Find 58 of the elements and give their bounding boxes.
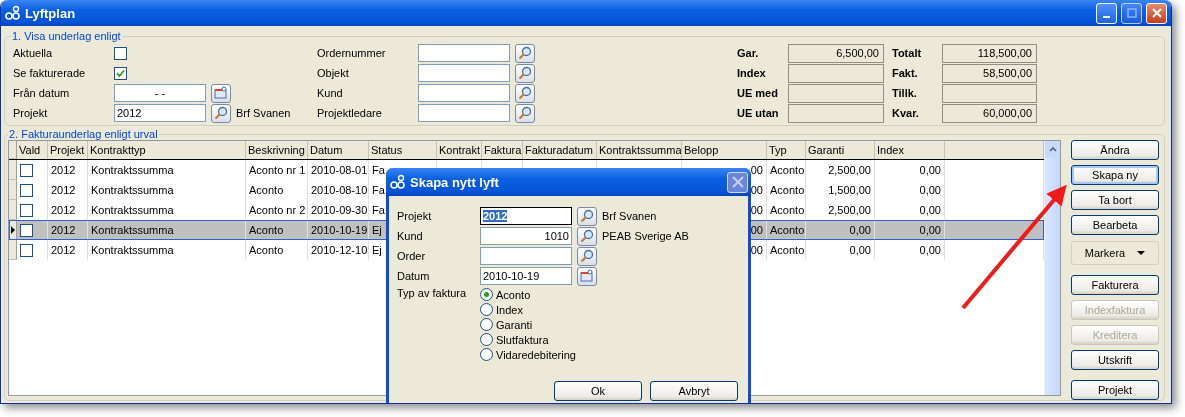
total-label: Kvar.: [892, 107, 920, 119]
total-value: 58,500,00: [942, 63, 1037, 83]
total-label: Totalt: [892, 47, 923, 59]
table-cell: Aconto: [767, 180, 806, 200]
total-value: 6,500,00: [788, 43, 884, 63]
field-label: Order: [397, 250, 427, 262]
field-label: Objekt: [317, 67, 350, 79]
section-heading: 2. Fakturaunderlag enligt urval: [8, 128, 159, 140]
field-label: Projekt: [13, 107, 49, 119]
table-cell: 0,00: [806, 220, 875, 240]
table-cell: Kontraktssumma: [88, 240, 246, 260]
table-cell: Aconto: [767, 240, 806, 260]
field-label: Projektledare: [317, 107, 383, 119]
table-cell: Aconto: [246, 180, 308, 200]
total-label: Tillk.: [892, 87, 918, 99]
table-cell: Aconto: [246, 240, 308, 260]
table-cell: 2010-10-19: [308, 220, 369, 240]
total-value: 60,000,00: [942, 103, 1037, 123]
field-label: Kund: [317, 87, 344, 99]
window-title: Lyftplan: [25, 5, 76, 21]
total-label: Fakt.: [892, 67, 919, 79]
table-cell: 2012: [48, 180, 88, 200]
table-cell: Aconto nr 1: [246, 160, 308, 180]
total-value: 118,500,00: [942, 43, 1037, 63]
table-cell: 1,500,00: [806, 180, 875, 200]
table-cell: Kontraktssumma: [88, 220, 246, 240]
table-cell: 2010-08-01: [308, 160, 369, 180]
field-label: Se fakturerade: [13, 67, 87, 79]
table-cell: 2012: [48, 160, 88, 180]
field-label: Från datum: [13, 87, 71, 99]
table-cell: Kontraktssumma: [88, 160, 246, 180]
table-cell: Aconto: [767, 160, 806, 180]
table-cell: 0,00: [875, 240, 945, 260]
field-label: Aktuella: [13, 47, 54, 59]
table-cell: 2012: [48, 240, 88, 260]
table-cell: 2010-12-10: [308, 240, 369, 260]
table-cell: 2,500,00: [806, 160, 875, 180]
table-cell: 2010-08-10: [308, 180, 369, 200]
lookup-name: Brf Svanen: [602, 210, 657, 222]
table-cell: Kontraktssumma: [88, 180, 246, 200]
table-cell: 0,00: [875, 180, 945, 200]
total-label: UE med: [737, 87, 779, 99]
field-label: Kund: [397, 230, 424, 242]
field-label: Datum: [397, 270, 431, 282]
field-label: Ordernummer: [317, 47, 387, 59]
table-cell: 0,00: [806, 240, 875, 260]
total-label: Index: [737, 67, 767, 79]
table-cell: 0,00: [875, 160, 945, 180]
table-cell: 2012: [48, 220, 88, 240]
table-cell: 0,00: [875, 220, 945, 240]
field-label: Typ av faktura: [397, 287, 468, 299]
project-name: Brf Svanen: [236, 107, 291, 119]
table-cell: Aconto: [246, 220, 308, 240]
section-heading: 1. Visa underlag enligt: [11, 30, 122, 42]
field-label: Projekt: [397, 210, 433, 222]
table-cell: Aconto: [767, 220, 806, 240]
total-label: UE utan: [737, 107, 780, 119]
total-label: Gar.: [737, 47, 760, 59]
